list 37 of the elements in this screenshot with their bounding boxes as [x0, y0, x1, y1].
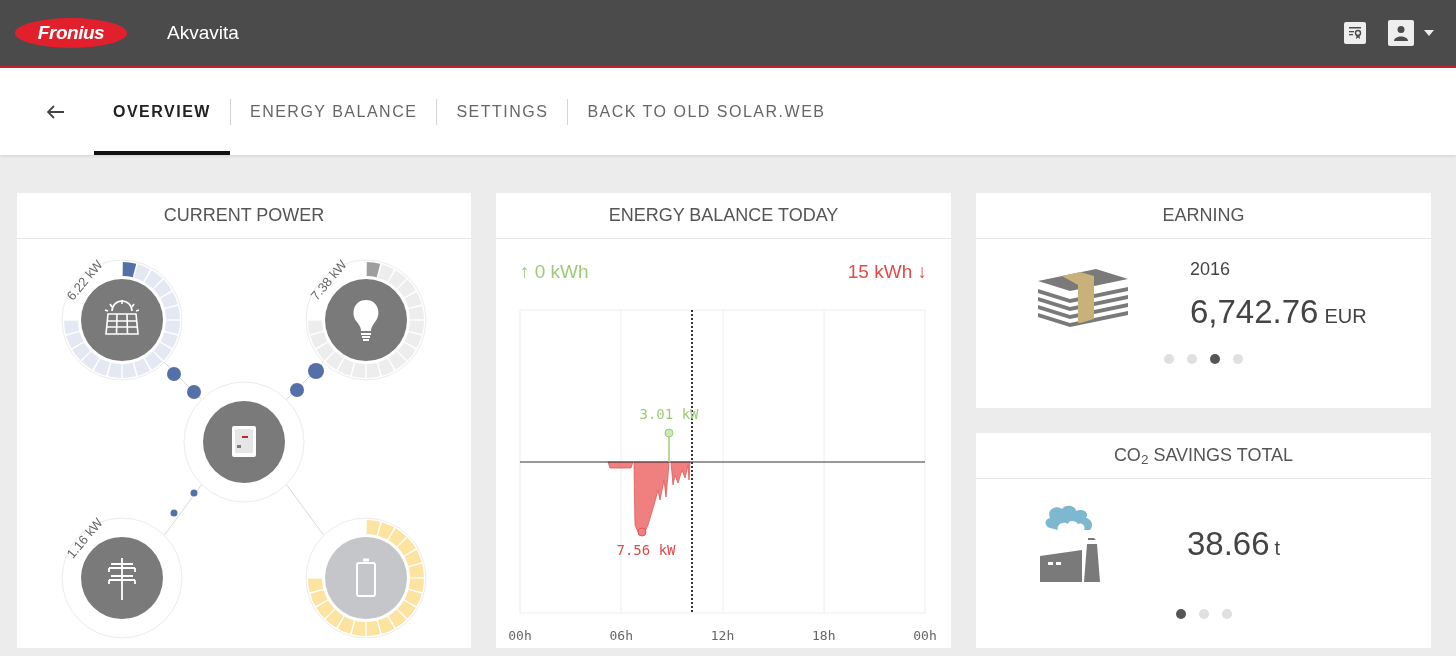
x-axis-label: 06h [609, 627, 633, 643]
minimum-label: 7.56 kW [616, 541, 676, 558]
logo[interactable]: Fronius [15, 18, 127, 48]
nav-tab[interactable]: ENERGY BALANCE [230, 68, 437, 155]
certificate-icon [1347, 25, 1363, 41]
back-arrow-icon[interactable] [45, 103, 65, 120]
certificate-button[interactable] [1344, 22, 1366, 44]
card-title: ENERGY BALANCE TODAY [496, 193, 951, 239]
site-name: Akvavita [167, 20, 239, 45]
currency-unit: EUR [1324, 304, 1367, 330]
user-icon [1392, 24, 1410, 42]
consumed-energy: 15 kWh ↓ [847, 260, 927, 284]
battery-icon [356, 558, 376, 597]
caret-icon[interactable] [1424, 30, 1434, 36]
user-button[interactable] [1388, 20, 1414, 46]
nav-tab[interactable]: OVERVIEW [94, 68, 230, 155]
x-axis-label: 12h [710, 627, 735, 643]
nav-tab[interactable]: SETTINGS [437, 68, 568, 155]
earning-value: 6,742.76 [1190, 292, 1319, 333]
co2-value: 38.66 [1187, 524, 1270, 565]
light-bulb-icon [353, 300, 379, 341]
produced-energy: ↑ 0 kWh [520, 260, 589, 284]
card-title: EARNING [976, 193, 1431, 239]
peak-marker [664, 428, 674, 463]
card-title: CURRENT POWER [17, 193, 471, 239]
money-stack-icon [1036, 266, 1130, 327]
peak-label: 3.01 kW [639, 405, 699, 422]
inverter-icon [232, 426, 256, 457]
co2-unit: t [1274, 536, 1281, 562]
earning-year: 2016 [1190, 258, 1232, 282]
solar-panel-icon [104, 299, 140, 335]
card-title: CO$_{2}$ SAVINGS TOTAL [1113, 444, 1294, 469]
x-axis-label: 18h [812, 627, 836, 643]
x-axis-label: 00h [913, 627, 937, 643]
nav-tab[interactable]: BACK TO OLD SOLAR.WEB [568, 68, 845, 155]
power-pylon-icon [108, 557, 136, 601]
x-axis-label: 00h [508, 627, 532, 643]
